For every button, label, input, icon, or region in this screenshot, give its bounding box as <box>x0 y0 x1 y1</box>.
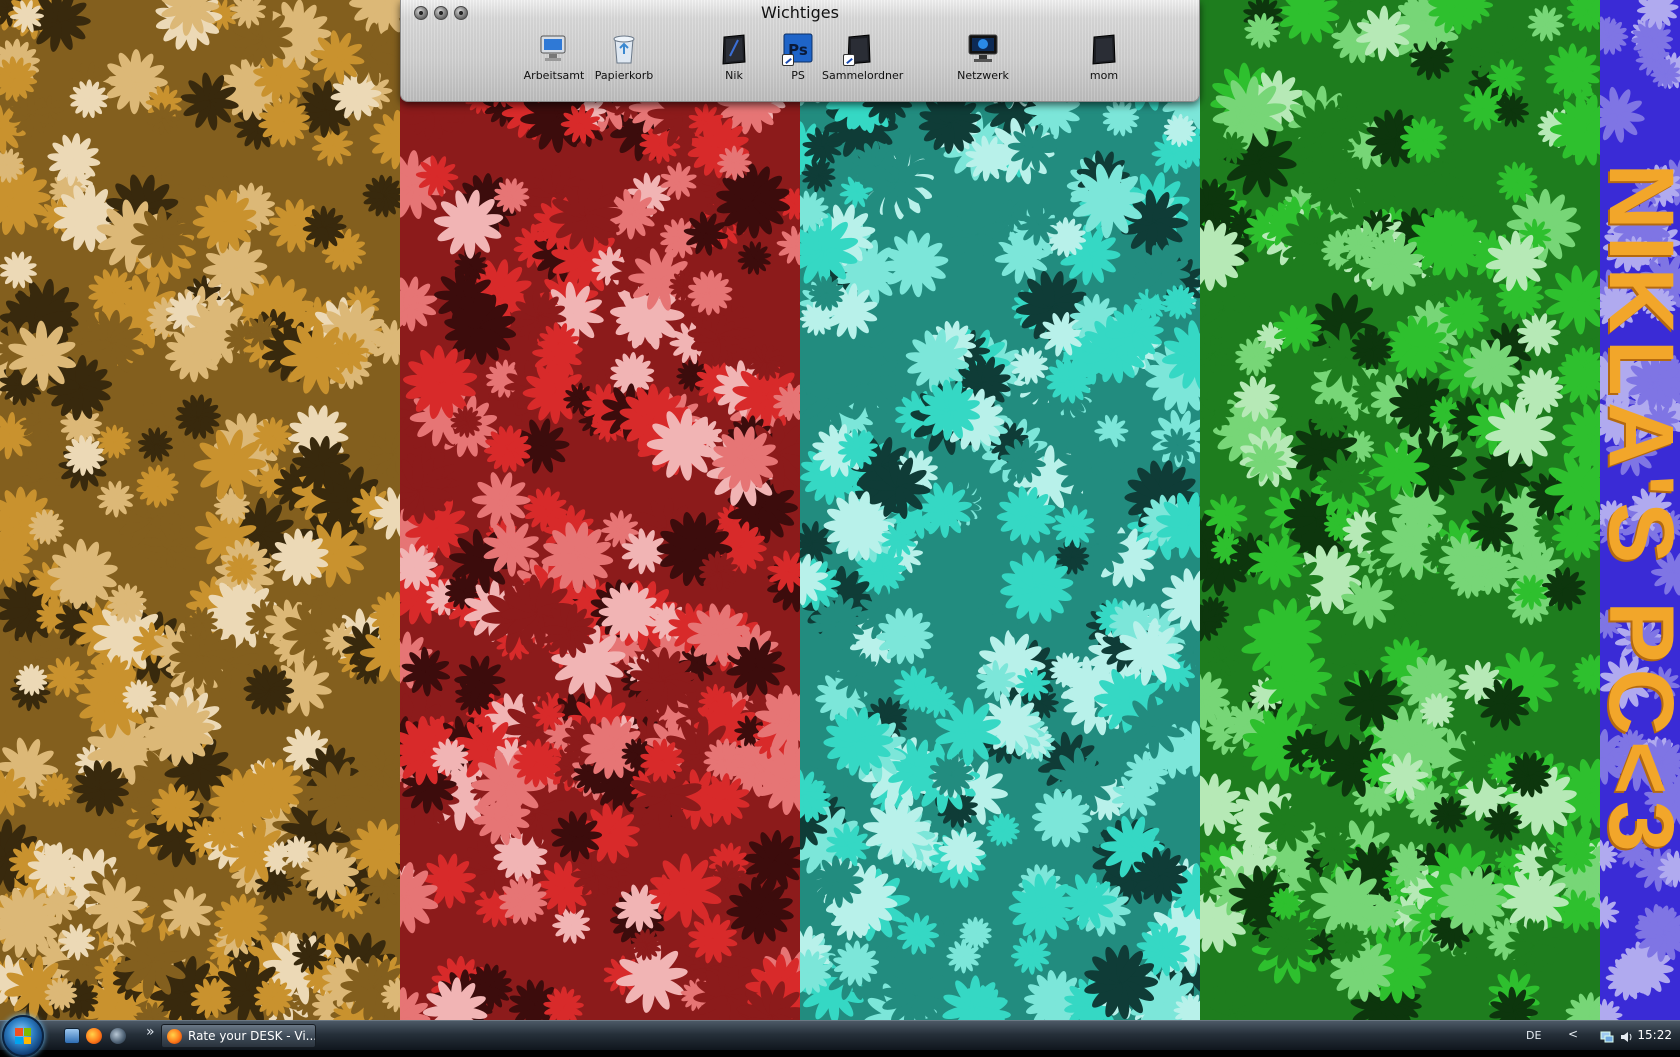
taskbar-item-firefox[interactable]: Rate your DESK - Vi... <box>161 1024 316 1048</box>
media-icon[interactable] <box>110 1028 126 1044</box>
volume-icon[interactable] <box>1620 1029 1634 1043</box>
photoshop-icon: Ps <box>782 32 814 66</box>
wallpaper-stripe-green <box>1200 0 1600 1020</box>
clock[interactable]: 15:22 <box>1637 1028 1672 1042</box>
recycle-bin-icon <box>608 32 640 66</box>
windows-logo-icon <box>15 1028 31 1044</box>
show-desktop-icon[interactable] <box>64 1028 80 1044</box>
firefox-icon <box>167 1029 182 1044</box>
desktop-icon-arbeitsamt[interactable]: Arbeitsamt <box>517 32 591 82</box>
user-folder-icon <box>718 32 750 66</box>
window-title: Wichtiges <box>761 3 839 22</box>
wallpaper-stripe-gold <box>0 0 400 1020</box>
banner-text: NIKLA'S PC<3 <box>1600 162 1680 858</box>
wallpaper-stripe-red <box>400 0 800 1020</box>
firefox-icon[interactable] <box>86 1028 102 1044</box>
desktop-icon-nik[interactable]: Nik <box>697 32 771 82</box>
computer-icon <box>538 32 570 66</box>
shortcut-arrow-icon <box>843 54 855 66</box>
quick-launch-overflow[interactable]: » <box>146 1024 155 1040</box>
taskbar: » Rate your DESK - Vi... DE < 15:22 <box>0 1015 1680 1057</box>
desktop-icon-netzwerk[interactable]: Netzwerk <box>946 32 1020 82</box>
folder-shortcut-icon <box>843 32 875 66</box>
taskbar-item-label: Rate your DESK - Vi... <box>188 1029 316 1043</box>
wallpaper-stripe-teal <box>800 0 1200 1020</box>
desktop: NIKLA'S PC<3 Wichtiges Arbeitsamt Papier… <box>0 0 1680 1050</box>
tray-expand-button[interactable]: < <box>1568 1027 1578 1041</box>
desktop-icon-sammelordner[interactable]: Sammelordner <box>822 32 903 82</box>
system-tray: DE < 15:22 <box>1490 1021 1680 1051</box>
wallpaper-banner: NIKLA'S PC<3 <box>1600 0 1680 1020</box>
network-tray-icon[interactable] <box>1600 1029 1614 1043</box>
desktop-icon-papierkorb[interactable]: Papierkorb <box>587 32 661 82</box>
desktop-icon-mom[interactable]: mom <box>1067 32 1141 82</box>
start-button[interactable] <box>2 1015 44 1057</box>
stacks-window: Wichtiges Arbeitsamt Papierkorb Nik Ps P… <box>400 0 1200 102</box>
user-folder-icon <box>1088 32 1120 66</box>
network-icon <box>967 32 999 66</box>
language-indicator[interactable]: DE <box>1526 1029 1541 1042</box>
shortcut-arrow-icon <box>782 54 794 66</box>
